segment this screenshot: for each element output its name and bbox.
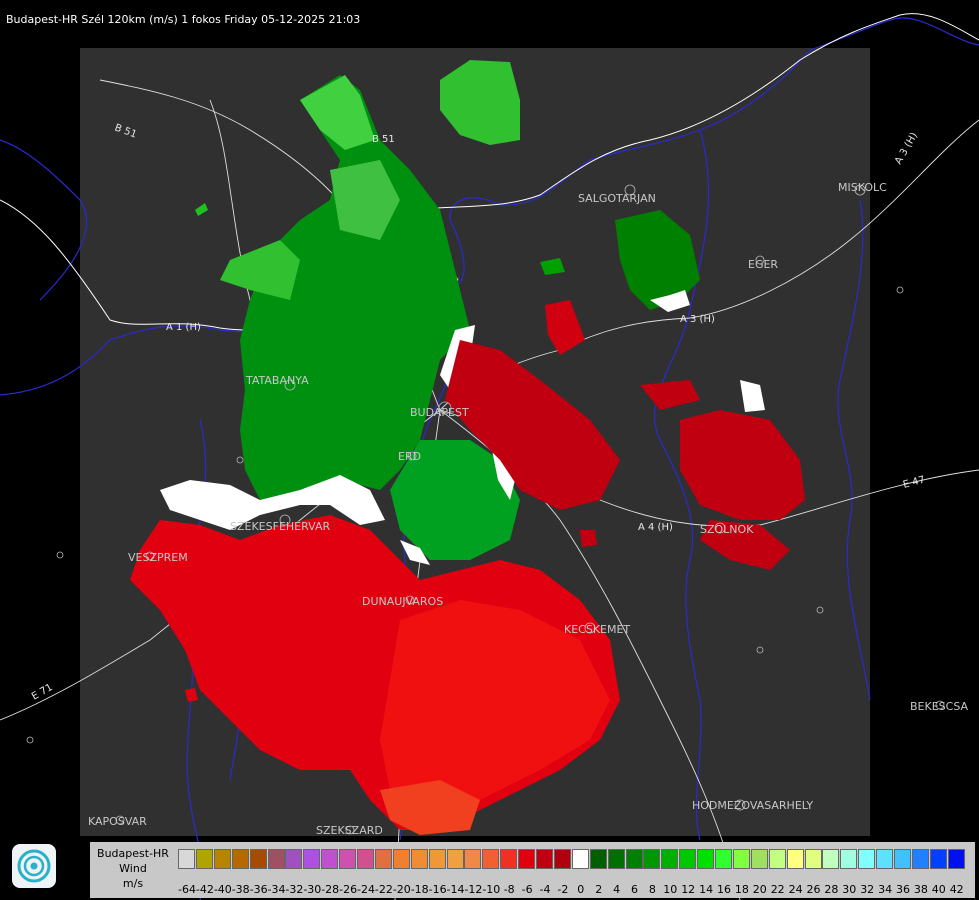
legend-swatch (750, 849, 768, 869)
city-label: KAPOSVAR (88, 815, 147, 828)
legend-swatch (858, 849, 876, 869)
legend-swatch (876, 849, 894, 869)
legend-swatch (786, 849, 804, 869)
legend-swatch (607, 849, 625, 869)
legend-swatch (947, 849, 965, 869)
map-title: Budapest-HR Szél 120km (m/s) 1 fokos Fri… (6, 13, 361, 26)
legend-swatch (374, 849, 392, 869)
legend-swatch (267, 849, 285, 869)
road-label: B 51 (372, 134, 395, 145)
legend-swatch (715, 849, 732, 869)
city-label: BUDAPEST (410, 406, 469, 419)
legend-swatch (303, 849, 321, 869)
legend-swatch (357, 849, 374, 869)
road-label: A 3 (H) (680, 314, 715, 325)
legend-swatch (446, 849, 464, 869)
legend-swatch (679, 849, 697, 869)
legend-swatch (840, 849, 858, 869)
legend-swatch (929, 849, 947, 869)
legend-swatch (231, 849, 249, 869)
legend-swatch (195, 849, 213, 869)
legend-swatch (911, 849, 929, 869)
city-label: ERD (398, 450, 421, 463)
legend-swatch (643, 849, 661, 869)
legend-swatch (804, 849, 822, 869)
road-label: A 4 (H) (638, 522, 673, 533)
legend-swatch (410, 849, 428, 869)
legend-swatch (213, 849, 231, 869)
city-label: DUNAUJVAROS (362, 595, 443, 608)
legend-swatch (822, 849, 840, 869)
legend-swatch (589, 849, 607, 869)
legend-swatch (625, 849, 643, 869)
legend-swatch (500, 849, 518, 869)
legend-swatch (482, 849, 500, 869)
legend-swatch (339, 849, 357, 869)
legend-swatch (464, 849, 482, 869)
city-label: SZOLNOK (700, 523, 754, 536)
city-label: SZEKESFEHERVAR (230, 520, 331, 533)
road-label: A 1 (H) (166, 322, 201, 333)
road-label: E 71 (30, 682, 55, 703)
legend-quantity: Wind (119, 862, 147, 875)
city-label: EGER (748, 258, 778, 271)
met-service-logo-icon (12, 844, 56, 888)
color-legend: Budapest-HR Wind m/s -64 -42 -40 -38 -36 -34-… (90, 842, 975, 898)
legend-swatch (661, 849, 679, 869)
city-label: SALGOTARJAN (578, 192, 656, 205)
city-label: BEKESCSA (910, 700, 969, 713)
legend-swatch (392, 849, 410, 869)
city-label: MISKOLC (838, 181, 887, 194)
radar-map: SALGOTARJAN MISKOLC EGER TATABANYA BUDAP… (0, 13, 979, 900)
legend-swatch (697, 849, 715, 869)
road-label: A 3 (H) (893, 131, 920, 167)
road-label: E 47 (902, 475, 926, 491)
legend-station: Budapest-HR (97, 847, 169, 860)
legend-swatch (894, 849, 911, 869)
legend-swatch (553, 849, 571, 869)
legend-swatch (536, 849, 553, 869)
legend-swatch (321, 849, 339, 869)
legend-swatch (732, 849, 750, 869)
city-label: TATABANYA (245, 374, 309, 387)
legend-tick-label: 42 (949, 883, 964, 896)
city-label: VESZPREM (128, 551, 188, 564)
legend-swatch (178, 849, 195, 869)
legend-swatch (249, 849, 267, 869)
legend-label: Budapest-HR Wind m/s (90, 846, 176, 891)
legend-swatch (428, 849, 446, 869)
legend-swatch (768, 849, 786, 869)
city-label: HODMEZOVASARHELY (692, 799, 813, 812)
city-label: KECSKEMET (564, 623, 630, 636)
city-label: SZEKSZARD (316, 824, 383, 837)
legend-unit: m/s (122, 877, 144, 890)
legend-swatch (571, 849, 589, 869)
legend-swatch (285, 849, 303, 869)
legend-swatch (518, 849, 536, 869)
